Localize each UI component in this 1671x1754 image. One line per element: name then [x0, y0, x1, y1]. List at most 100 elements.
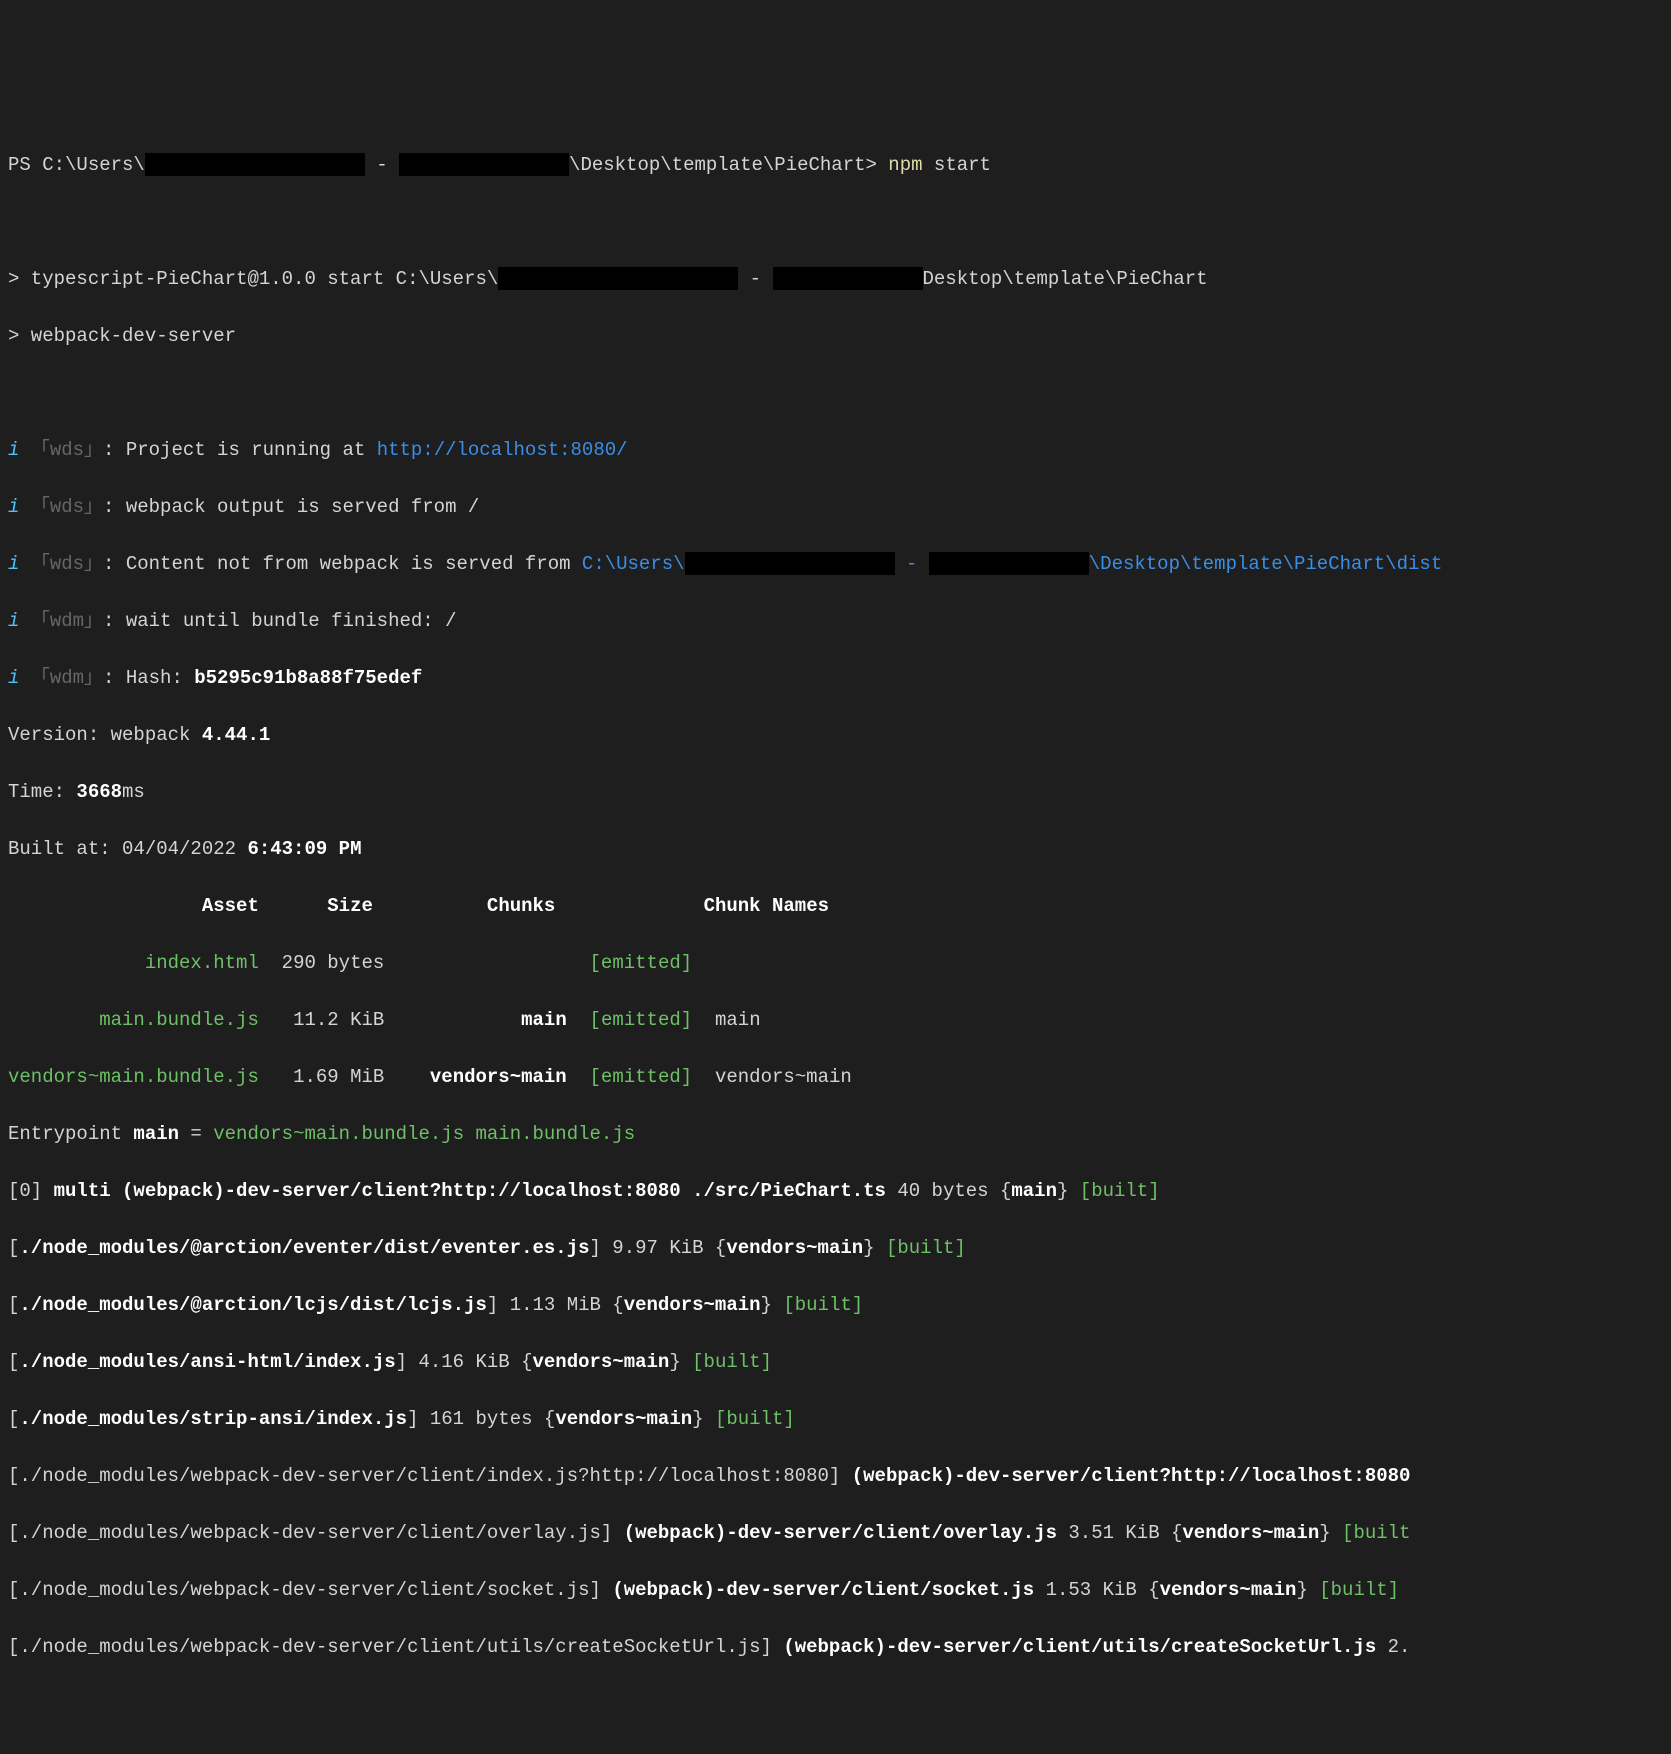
- mod-brace: }: [1057, 1180, 1080, 1202]
- wdm-tag: 「wdm」: [31, 610, 103, 632]
- mod-size: ] 9.97 KiB {: [590, 1237, 727, 1259]
- path-text: C:\Users\: [582, 553, 685, 575]
- redacted-user: [145, 153, 365, 176]
- module-line: [./node_modules/ansi-html/index.js] 4.16…: [8, 1348, 1663, 1377]
- info-icon: i: [8, 610, 19, 632]
- entry-eq: =: [179, 1123, 213, 1145]
- asset-emitted: [emitted]: [590, 952, 693, 974]
- mod-path: ./node_modules/@arction/lcjs/dist/lcjs.j…: [19, 1294, 486, 1316]
- redacted-user3: [685, 552, 895, 575]
- mod-brace: }: [692, 1408, 715, 1430]
- mod-built: [built: [1342, 1522, 1410, 1544]
- mod-bracket: [: [8, 1237, 19, 1259]
- mod-path-gray: [./node_modules/webpack-dev-server/clien…: [8, 1636, 783, 1658]
- time-unit: ms: [122, 781, 145, 803]
- script-line-2: > webpack-dev-server: [8, 322, 1663, 351]
- mod-path-bold: (webpack)-dev-server/client?http://local…: [852, 1465, 1411, 1487]
- mod-path-bold: (webpack)-dev-server/client/socket.js: [612, 1579, 1034, 1601]
- dash2: -: [895, 553, 929, 575]
- script-line-1: > typescript-PieChart@1.0.0 start C:\Use…: [8, 265, 1663, 294]
- entry-name: main: [133, 1123, 179, 1145]
- asset-chunk-names: main: [715, 1009, 761, 1031]
- asset-chunk-names: vendors~main: [715, 1066, 852, 1088]
- mod-size: 40 bytes {: [886, 1180, 1011, 1202]
- mod-size: 1.53 KiB {: [1034, 1579, 1159, 1601]
- blank-line: [8, 208, 1663, 237]
- info-icon: i: [8, 496, 19, 518]
- col-names: Chunk Names: [704, 895, 829, 917]
- entry-label: Entrypoint: [8, 1123, 133, 1145]
- wds-tag: 「wds」: [31, 439, 103, 461]
- mod-chunk: vendors~main: [533, 1351, 670, 1373]
- mod-built: [built]: [692, 1351, 772, 1373]
- hash-label: : Hash:: [103, 667, 194, 689]
- table-header: Asset Size Chunks Chunk Names: [8, 892, 1663, 921]
- time-label: Time:: [8, 781, 76, 803]
- col-chunks: Chunks: [487, 895, 555, 917]
- mod-path: multi (webpack)-dev-server/client?http:/…: [54, 1180, 886, 1202]
- info-icon: i: [8, 439, 19, 461]
- mod-built: [built]: [715, 1408, 795, 1430]
- mod-brace: }: [863, 1237, 886, 1259]
- mod-bracket: [: [8, 1351, 19, 1373]
- table-row: vendors~main.bundle.js 1.69 MiB vendors~…: [8, 1063, 1663, 1092]
- built-label: Built at: 04/04/2022: [8, 838, 247, 860]
- asset-size: 290 bytes: [282, 952, 385, 974]
- mod-chunk: vendors~main: [726, 1237, 863, 1259]
- version-line: Version: webpack 4.44.1: [8, 721, 1663, 750]
- mod-built: [built]: [1319, 1579, 1399, 1601]
- version-value: 4.44.1: [202, 724, 270, 746]
- mod-brace: }: [761, 1294, 784, 1316]
- asset-size: 11.2 KiB: [293, 1009, 384, 1031]
- script-prefix: > typescript-PieChart@1.0.0 start C:\Use…: [8, 268, 498, 290]
- mod-path-gray: [./node_modules/webpack-dev-server/clien…: [8, 1579, 612, 1601]
- asset-chunks: vendors~main: [430, 1066, 567, 1088]
- mod-size: 2.: [1376, 1636, 1410, 1658]
- localhost-url[interactable]: http://localhost:8080/: [377, 439, 628, 461]
- mod-brace: }: [1296, 1579, 1319, 1601]
- asset-name: main.bundle.js: [99, 1009, 259, 1031]
- wds-text: : webpack output is served from /: [103, 496, 479, 518]
- blank-line-2: [8, 379, 1663, 408]
- entrypoint-line: Entrypoint main = vendors~main.bundle.js…: [8, 1120, 1663, 1149]
- asset-size: 1.69 MiB: [293, 1066, 384, 1088]
- mod-built: [built]: [783, 1294, 863, 1316]
- info-icon: i: [8, 553, 19, 575]
- asset-chunks: main: [521, 1009, 567, 1031]
- mod-bracket: [: [8, 1294, 19, 1316]
- module-line: [0] multi (webpack)-dev-server/client?ht…: [8, 1177, 1663, 1206]
- wdm-line-1: i 「wdm」: wait until bundle finished: /: [8, 607, 1663, 636]
- mod-brace: }: [669, 1351, 692, 1373]
- asset-emitted: [emitted]: [590, 1009, 693, 1031]
- mod-path-gray: [./node_modules/webpack-dev-server/clien…: [8, 1522, 624, 1544]
- info-icon: i: [8, 667, 19, 689]
- built-value: 6:43:09 PM: [247, 838, 361, 860]
- module-line: [./node_modules/webpack-dev-server/clien…: [8, 1576, 1663, 1605]
- mod-chunk: vendors~main: [624, 1294, 761, 1316]
- module-line: [./node_modules/webpack-dev-server/clien…: [8, 1519, 1663, 1548]
- entry-files: vendors~main.bundle.js main.bundle.js: [213, 1123, 635, 1145]
- mod-size: 3.51 KiB {: [1057, 1522, 1182, 1544]
- terminal-output[interactable]: PS C:\Users\ - \Desktop\template\PieChar…: [8, 122, 1663, 1690]
- asset-emitted: [emitted]: [590, 1066, 693, 1088]
- wds-tag: 「wds」: [31, 496, 103, 518]
- mod-size: ] 1.13 MiB {: [487, 1294, 624, 1316]
- script-path: Desktop\template\PieChart: [923, 268, 1208, 290]
- table-row: index.html 290 bytes [emitted]: [8, 949, 1663, 978]
- module-line: [./node_modules/webpack-dev-server/clien…: [8, 1462, 1663, 1491]
- mod-chunk: vendors~main: [1160, 1579, 1297, 1601]
- mod-built: [built]: [886, 1237, 966, 1259]
- dist-path: \Desktop\template\PieChart\dist: [1089, 553, 1442, 575]
- wds-text: : Content not from webpack is served fro…: [103, 553, 582, 575]
- wdm-text: : wait until bundle finished: /: [103, 610, 456, 632]
- mod-path: ./node_modules/strip-ansi/index.js: [19, 1408, 407, 1430]
- mod-bracket: [: [8, 1408, 19, 1430]
- table-row: main.bundle.js 11.2 KiB main [emitted] m…: [8, 1006, 1663, 1035]
- redacted-seg2: [773, 267, 923, 290]
- command-start: start: [923, 154, 991, 176]
- col-size: Size: [327, 895, 373, 917]
- version-label: Version: webpack: [8, 724, 202, 746]
- wds-line-3: i 「wds」: Content not from webpack is ser…: [8, 550, 1663, 579]
- module-line: [./node_modules/webpack-dev-server/clien…: [8, 1633, 1663, 1662]
- time-value: 3668: [76, 781, 122, 803]
